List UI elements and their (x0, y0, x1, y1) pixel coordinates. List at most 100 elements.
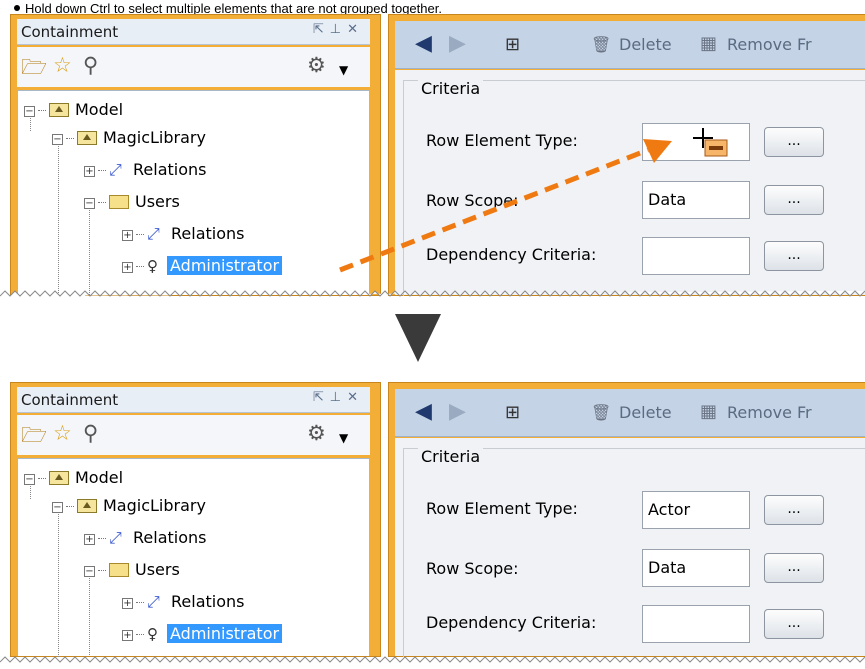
package-icon (77, 131, 97, 145)
trash-icon[interactable]: 🗑 (591, 403, 611, 422)
open-folder-icon[interactable]: 🗁 (21, 53, 47, 88)
dropdown-icon[interactable]: ▼ (339, 431, 348, 445)
relation-icon: ⤢ (147, 592, 160, 611)
undock-icon[interactable]: ⇱ (313, 22, 330, 37)
dependency-criteria-button[interactable]: ... (764, 609, 824, 639)
before-screenshot: Containment ⇱⊥✕ 🗁 ☆ ⚲ ⚙ ▼ − Model − MagicL… (0, 14, 865, 296)
tree-node-magiclibrary[interactable]: − MagicLibrary (52, 125, 206, 151)
folder-icon (109, 195, 129, 209)
table-criteria-panel: ◀ ▶ ⊞ 🗑 Delete ▦ Remove Fr Criteria Row … (388, 14, 865, 296)
collapse-icon[interactable]: − (52, 502, 63, 513)
tree-node-relations[interactable]: + ⤢ Relations (122, 221, 244, 247)
expand-icon[interactable]: + (84, 534, 95, 545)
remove-from-button[interactable]: Remove Fr (727, 35, 812, 54)
actor-icon: ♀ (147, 625, 158, 643)
collapse-icon[interactable]: − (24, 474, 35, 485)
row-element-type-field[interactable]: Actor (642, 491, 750, 529)
containment-toolbar: 🗁 ☆ ⚲ ⚙ ▼ (17, 415, 370, 455)
containment-title: Containment (21, 23, 119, 41)
delete-button[interactable]: Delete (619, 35, 672, 54)
row-scope-field[interactable]: Data (642, 549, 750, 587)
row-scope-button[interactable]: ... (764, 185, 824, 215)
back-arrow-icon[interactable]: ◀ (415, 399, 432, 424)
containment-title: Containment (21, 391, 119, 409)
folder-icon (109, 563, 129, 577)
gear-icon[interactable]: ⚙ (307, 421, 326, 445)
tree-view-icon[interactable]: ⊞ (505, 402, 520, 423)
search-icon[interactable]: ⚲ (83, 53, 98, 77)
tree-node-relations[interactable]: + ⤢ Relations (84, 157, 206, 183)
expand-icon[interactable]: + (122, 630, 133, 641)
package-icon (49, 103, 69, 117)
row-scope-field[interactable]: Data (642, 181, 750, 219)
open-folder-icon[interactable]: 🗁 (21, 421, 47, 456)
collapse-icon[interactable]: − (84, 198, 95, 209)
table-toolbar: ◀ ▶ ⊞ 🗑 Delete ▦ Remove Fr (395, 389, 865, 437)
remove-icon[interactable]: ▦ (700, 401, 717, 422)
tree-node-relations[interactable]: + ⤢ Relations (84, 525, 206, 551)
expand-icon[interactable]: + (122, 262, 133, 273)
forward-arrow-icon[interactable]: ▶ (449, 399, 466, 424)
tree-node-magiclibrary[interactable]: − MagicLibrary (52, 493, 206, 519)
row-element-type-label: Row Element Type: (426, 499, 578, 518)
gear-icon[interactable]: ⚙ (307, 53, 326, 77)
tree-node-users[interactable]: − Users (84, 189, 180, 215)
pin-icon[interactable]: ⊥ (330, 390, 347, 405)
bullet-icon (14, 5, 20, 11)
trash-icon[interactable]: 🗑 (591, 35, 611, 54)
after-screenshot: Containment ⇱⊥✕ 🗁 ☆ ⚲ ⚙ ▼ − Model − MagicL… (0, 382, 865, 657)
tree-node-administrator[interactable]: + ♀ Administrator (122, 253, 283, 279)
containment-panel: Containment ⇱⊥✕ 🗁 ☆ ⚲ ⚙ ▼ − Model − MagicL… (10, 14, 381, 296)
close-icon[interactable]: ✕ (347, 390, 364, 405)
tree-node-administrator[interactable]: + ♀ Administrator (122, 621, 283, 647)
tree-node-model[interactable]: − Model (24, 97, 123, 123)
close-icon[interactable]: ✕ (347, 22, 364, 37)
criteria-title: Criteria (418, 79, 484, 98)
actor-icon: ♀ (147, 257, 158, 275)
transition-arrow-icon (395, 314, 441, 362)
dropdown-icon[interactable]: ▼ (339, 63, 348, 77)
row-element-type-label: Row Element Type: (426, 131, 578, 150)
collapse-icon[interactable]: − (84, 566, 95, 577)
remove-from-button[interactable]: Remove Fr (727, 403, 812, 422)
containment-tree: − Model − MagicLibrary + ⤢ Relations − Users … (17, 90, 370, 296)
tree-node-users[interactable]: − Users (84, 557, 180, 583)
remove-icon[interactable]: ▦ (700, 33, 717, 54)
collapse-icon[interactable]: − (52, 134, 63, 145)
dependency-criteria-field[interactable] (642, 237, 750, 275)
torn-edge (0, 656, 865, 663)
star-icon[interactable]: ☆ (53, 421, 72, 445)
tree-node-model[interactable]: − Model (24, 465, 123, 491)
containment-header: Containment ⇱⊥✕ (17, 19, 370, 45)
collapse-icon[interactable]: − (24, 106, 35, 117)
tree-view-icon[interactable]: ⊞ (505, 34, 520, 55)
back-arrow-icon[interactable]: ◀ (415, 31, 432, 56)
containment-panel: Containment ⇱⊥✕ 🗁 ☆ ⚲ ⚙ ▼ − Model − MagicL… (10, 382, 381, 657)
dependency-criteria-label: Dependency Criteria: (426, 245, 597, 264)
row-scope-button[interactable]: ... (764, 553, 824, 583)
dependency-criteria-button[interactable]: ... (764, 241, 824, 271)
search-icon[interactable]: ⚲ (83, 421, 98, 445)
table-toolbar: ◀ ▶ ⊞ 🗑 Delete ▦ Remove Fr (395, 21, 865, 69)
dependency-criteria-field[interactable] (642, 605, 750, 643)
row-element-type-button[interactable]: ... (764, 127, 824, 157)
expand-icon[interactable]: + (122, 230, 133, 241)
row-element-type-button[interactable]: ... (764, 495, 824, 525)
tree-node-relations[interactable]: + ⤢ Relations (122, 589, 244, 615)
table-criteria-panel: ◀ ▶ ⊞ 🗑 Delete ▦ Remove Fr Criteria Row … (388, 382, 865, 657)
pin-icon[interactable]: ⊥ (330, 22, 347, 37)
expand-icon[interactable]: + (122, 598, 133, 609)
containment-header: Containment ⇱⊥✕ (17, 387, 370, 413)
star-icon[interactable]: ☆ (53, 53, 72, 77)
delete-button[interactable]: Delete (619, 403, 672, 422)
criteria-group: Criteria Row Element Type: ... Row Scope… (403, 79, 865, 296)
relation-icon: ⤢ (147, 224, 160, 243)
expand-icon[interactable]: + (84, 166, 95, 177)
relation-icon: ⤢ (109, 528, 122, 547)
undock-icon[interactable]: ⇱ (313, 390, 330, 405)
relation-icon: ⤢ (109, 160, 122, 179)
containment-tree: − Model − MagicLibrary + ⤢ Relations − Users … (17, 458, 370, 657)
criteria-group: Criteria Row Element Type: Actor ... Row… (403, 447, 865, 657)
torn-edge (0, 290, 865, 297)
forward-arrow-icon[interactable]: ▶ (449, 31, 466, 56)
